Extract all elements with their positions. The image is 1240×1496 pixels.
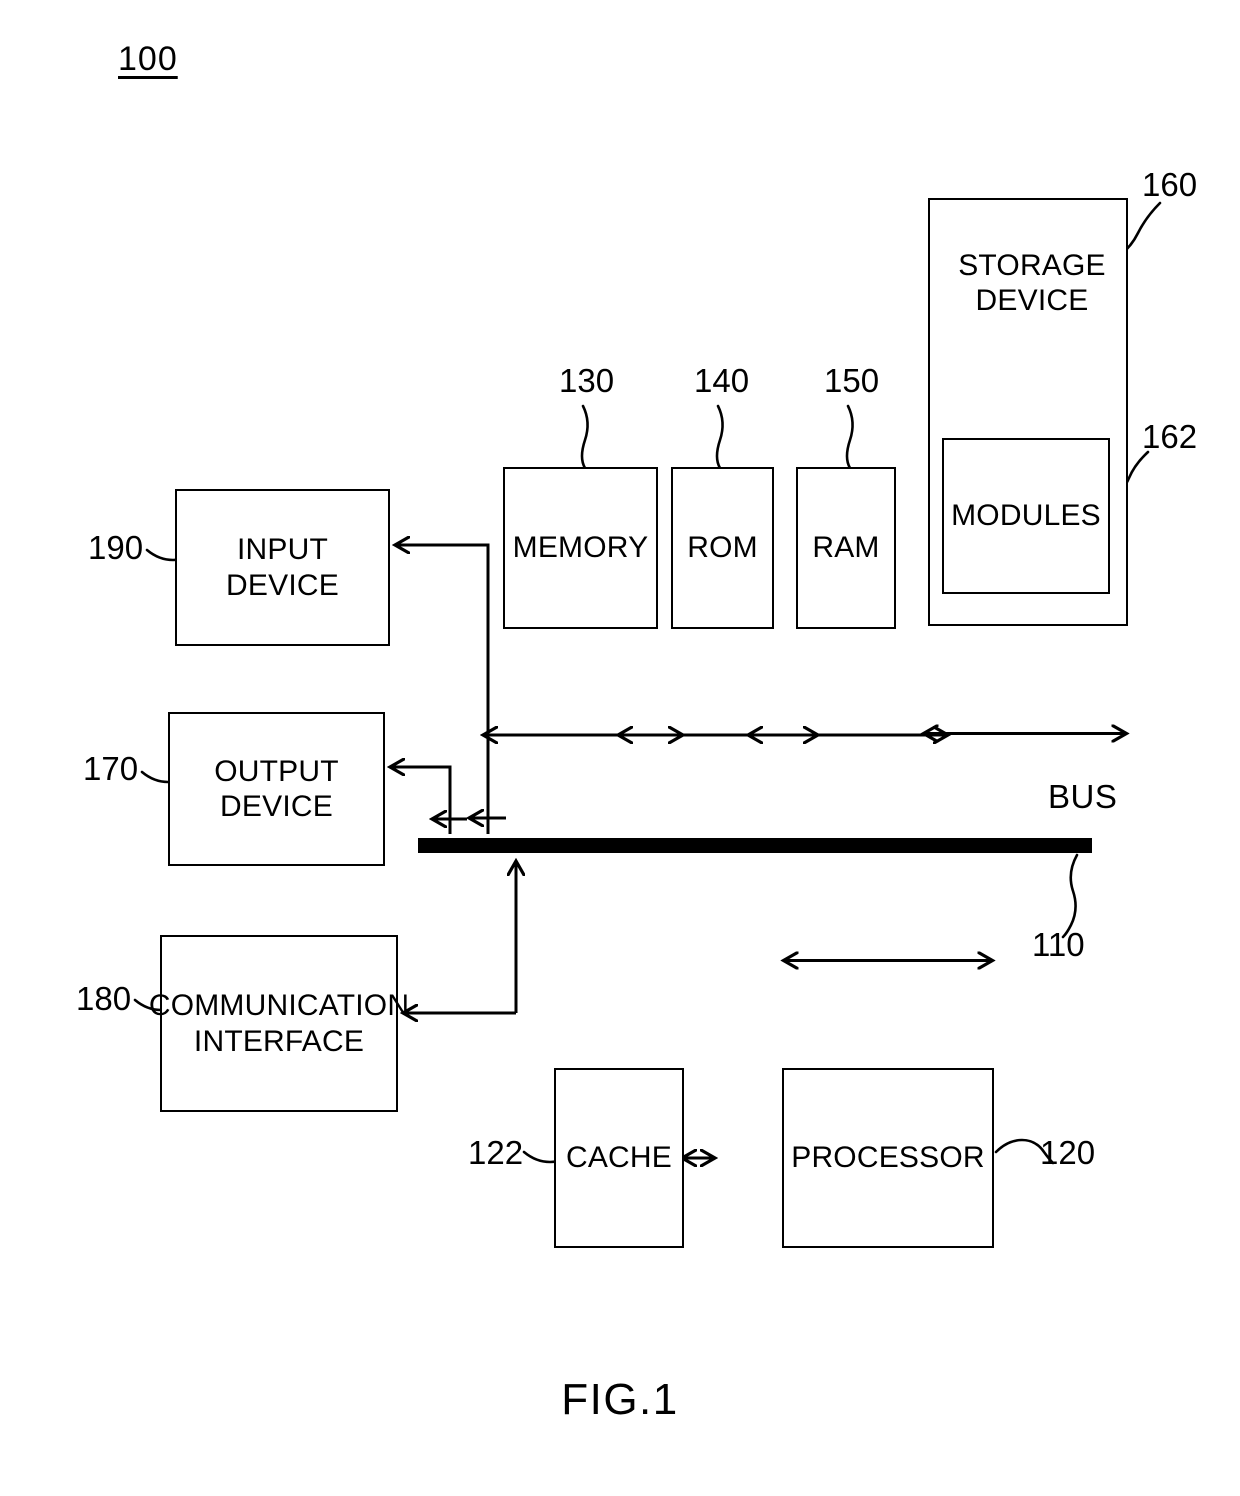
cache-block[interactable]: CACHE: [554, 1068, 684, 1248]
memory-label: MEMORY: [512, 531, 649, 565]
input-device-block[interactable]: INPUT DEVICE: [175, 489, 390, 646]
ram-block[interactable]: RAM: [796, 467, 896, 629]
rom-label: ROM: [687, 531, 758, 565]
communication-interface-label: COMMUNICATION INTERFACE: [148, 989, 410, 1058]
patent-figure: 100 STORAGE DEVICE MODULES MEMORY ROM RA…: [0, 0, 1240, 1496]
figure-caption: FIG.1: [561, 1375, 679, 1424]
rom-block[interactable]: ROM: [671, 467, 774, 629]
ref-150: 150: [824, 362, 880, 399]
ref-190: 190: [88, 529, 144, 566]
ref-110: 110: [1032, 926, 1085, 963]
ref-180: 180: [76, 980, 132, 1017]
ref-122: 122: [468, 1134, 524, 1171]
output-device-block[interactable]: OUTPUT DEVICE: [168, 712, 385, 866]
modules-label: MODULES: [951, 499, 1101, 533]
storage-device-label: STORAGE DEVICE: [958, 249, 1106, 318]
processor-label: PROCESSOR: [791, 1141, 985, 1175]
memory-block[interactable]: MEMORY: [503, 467, 658, 629]
leader-ram: [845, 404, 854, 470]
wire-bus-output-device: [391, 767, 452, 834]
bus-label: BUS: [1048, 778, 1118, 815]
ref-140: 140: [694, 362, 750, 399]
bus-bar[interactable]: [418, 838, 1092, 853]
cache-label: CACHE: [565, 1141, 672, 1175]
leader-memory: [580, 404, 589, 470]
ref-130: 130: [559, 362, 615, 399]
modules-block[interactable]: MODULES: [942, 438, 1110, 594]
figure-number: 100: [118, 40, 178, 78]
output-device-label: OUTPUT DEVICE: [214, 754, 339, 823]
ref-120: 120: [1040, 1134, 1096, 1171]
input-device-label: INPUT DEVICE: [226, 533, 339, 602]
processor-block[interactable]: PROCESSOR: [782, 1068, 994, 1248]
leader-bus: [1061, 853, 1079, 939]
leader-rom: [715, 404, 724, 470]
ram-label: RAM: [812, 531, 880, 565]
wire-bus-input-device: [396, 545, 490, 834]
ref-170: 170: [83, 750, 139, 787]
ref-162: 162: [1142, 418, 1198, 455]
ref-160: 160: [1142, 166, 1198, 203]
communication-interface-block[interactable]: COMMUNICATION INTERFACE: [149, 935, 409, 1112]
